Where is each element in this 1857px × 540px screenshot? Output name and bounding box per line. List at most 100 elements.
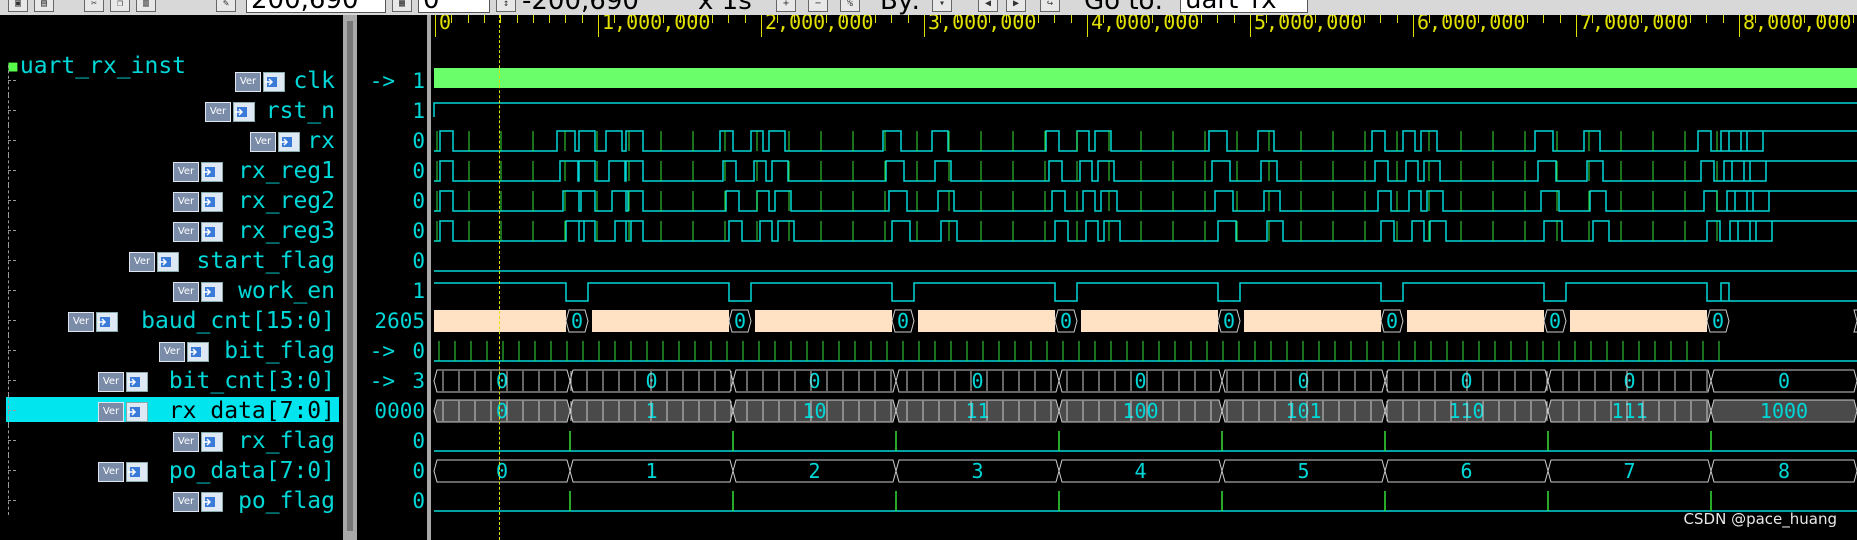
panel-splitter[interactable] [343, 15, 357, 540]
signal-row-rx-reg1[interactable]: Ver rx_reg1 [0, 155, 343, 185]
verilog-icon: Ver [129, 252, 155, 272]
signal-row-po-data70[interactable]: Ver po_data[7:0] [0, 455, 343, 485]
signal-name: rx [307, 128, 335, 154]
tree-connector [6, 455, 16, 485]
waveform-panel[interactable]: 0 1,000,000 2,000,000 3,000,000 4,000,000 5,0… [431, 15, 1857, 540]
cut-icon[interactable]: ✂ [84, 0, 104, 12]
value-arrow: -> [369, 339, 395, 363]
register-icon [157, 252, 179, 272]
rx-data-label: 111 [1611, 399, 1647, 423]
signal-name: rx_data[7:0] [168, 398, 335, 424]
tree-connector [6, 215, 16, 245]
rx-data-label: 10 [802, 399, 826, 423]
po-data-label: 7 [1623, 459, 1635, 483]
signal-row-rx-reg2[interactable]: Ver rx_reg2 [0, 185, 343, 215]
goto-field[interactable]: uart_rx_ [1180, 0, 1308, 13]
signal-row-baud-cnt150[interactable]: Ver baud_cnt[15:0] [0, 305, 343, 335]
rx-wave [434, 160, 1857, 182]
time-field[interactable]: 200,690 [246, 0, 386, 13]
value-text: 0 [412, 129, 425, 153]
tree-connector [6, 155, 16, 185]
signal-row-bit-cnt30[interactable]: Ver bit_cnt[3:0] [0, 365, 343, 395]
offset-text: -200,690 [522, 0, 639, 16]
copy-icon[interactable]: ❐ [110, 0, 130, 12]
rx-data-label: 11 [965, 399, 989, 423]
baud-cnt-ramp [1244, 310, 1381, 332]
tree-connector [6, 365, 16, 395]
delta-field[interactable]: 0 [418, 0, 490, 13]
verilog-icon: Ver [173, 282, 199, 302]
splitter-handle[interactable] [347, 21, 353, 531]
paste-icon[interactable]: ▥ [136, 0, 156, 12]
signal-row-rx-reg3[interactable]: Ver rx_reg3 [0, 215, 343, 245]
verilog-icon: Ver [98, 402, 124, 422]
zoom-in-icon[interactable]: + [776, 0, 796, 12]
zoom-out-icon[interactable]: − [808, 0, 828, 12]
verilog-icon: Ver [173, 432, 199, 452]
signal-name: rx_reg2 [238, 188, 335, 214]
signal-row-clk[interactable]: Ver clk [0, 65, 343, 95]
baud-cnt-ramp [592, 310, 729, 332]
baud-cnt-label: 0 [1712, 309, 1724, 333]
rx-wave [434, 190, 1857, 212]
signal-row-work-en[interactable]: Ver work_en [0, 275, 343, 305]
prev-edge-icon[interactable]: ◀ [978, 0, 998, 12]
value-arrow: -> [369, 369, 395, 393]
signal-value-panel: -> 1 1 0 0 0 0 0 1 2605 -> 0 -> 3 0000 0 0 0 [357, 15, 427, 540]
time-cursor[interactable] [499, 15, 500, 540]
rst-n-wave [433, 102, 1857, 117]
tree-connector [6, 185, 16, 215]
register-icon [201, 162, 223, 182]
by-select-icon[interactable]: ▾ [932, 0, 952, 12]
verilog-icon: Ver [98, 372, 124, 392]
bit-cnt-label: 0 [1623, 369, 1635, 393]
signal-row-bit-flag[interactable]: Ver bit_flag [0, 335, 343, 365]
folder-icon[interactable]: ▣ [8, 0, 28, 12]
po-data-label: 3 [971, 459, 983, 483]
toolbar: ▣ ▤ ✂ ❐ ▥ ✎ 200,690 ▦ 0 ↕ -200,690 x 1s … [0, 0, 1857, 16]
tree-connector [6, 425, 16, 455]
register-icon [96, 312, 118, 332]
signal-name-panel: ▪uart_rx_inst Ver clk Ver rst_n Ver rx Ver rx_r… [0, 15, 343, 540]
baud-cnt-label: 0 [1060, 309, 1072, 333]
po-data-label: 8 [1778, 459, 1790, 483]
bit-cnt-label: 0 [1297, 369, 1309, 393]
signal-row-start-flag[interactable]: Ver start_flag [0, 245, 343, 275]
po-data-label: 4 [1134, 459, 1146, 483]
signal-row-po-flag[interactable]: Ver po_flag [0, 485, 343, 515]
value-text: 0 [412, 219, 425, 243]
signal-name: rst_n [265, 98, 335, 124]
signal-name: bit_flag [224, 338, 335, 364]
goto-label: Go to: [1084, 0, 1164, 16]
zoom-percent-icon[interactable]: % [840, 0, 860, 12]
register-icon [201, 192, 223, 212]
verilog-icon: Ver [250, 132, 276, 152]
register-icon [126, 372, 148, 392]
signal-row-rx-flag[interactable]: Ver rx_flag [0, 425, 343, 455]
waveform-canvas[interactable]: 0000000000000000000110111001011101111000… [431, 15, 1857, 540]
zoom-text: x 1s [698, 0, 752, 16]
signal-row-rx[interactable]: Ver rx [0, 125, 343, 155]
delta-icon[interactable]: ▦ [392, 0, 412, 12]
value-text: 2605 [374, 309, 425, 333]
verilog-icon: Ver [173, 222, 199, 242]
next-edge-icon[interactable]: ▶ [1006, 0, 1026, 12]
save-icon[interactable]: ▤ [34, 0, 54, 12]
output-port-icon [126, 462, 148, 482]
signal-row-rx-data70[interactable]: Ver rx_data[7:0] [0, 395, 343, 425]
po-data-label: 1 [645, 459, 657, 483]
marker-icon[interactable]: ✎ [216, 0, 236, 12]
signal-row-rst-n[interactable]: Ver rst_n [0, 95, 343, 125]
value-text: 1 [412, 69, 425, 93]
value-text: 0000 [374, 399, 425, 423]
goto-icon[interactable]: ↪ [1040, 0, 1060, 12]
bit-cnt-label: 0 [1778, 369, 1790, 393]
value-text: 1 [412, 279, 425, 303]
input-port-icon [263, 72, 285, 92]
delta-arrow-icon[interactable]: ↕ [496, 0, 516, 12]
signal-name: bit_cnt[3:0] [168, 368, 335, 394]
signal-name: rx_reg1 [238, 158, 335, 184]
input-port-icon [278, 132, 300, 152]
tree-connector [6, 125, 16, 155]
baud-cnt-ramp [1407, 310, 1544, 332]
